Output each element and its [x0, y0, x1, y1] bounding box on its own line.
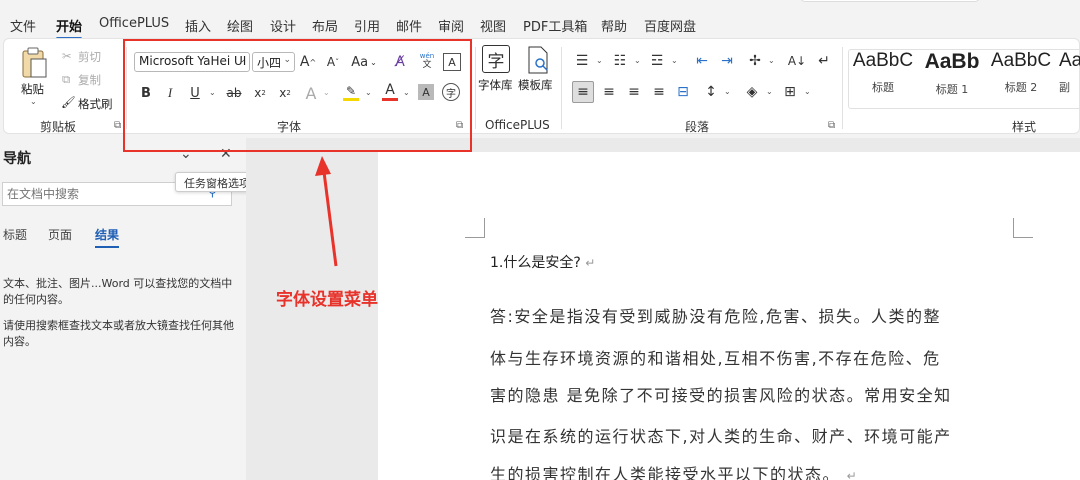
tab-draw[interactable]: 绘图: [227, 16, 253, 35]
justify-icon[interactable]: ≡: [649, 82, 669, 102]
style-name: 标题 2: [1004, 81, 1038, 94]
nav-title: 导航: [3, 151, 31, 167]
font-group-highlight: [123, 39, 472, 152]
borders-icon[interactable]: ⊞: [780, 82, 800, 102]
tab-view[interactable]: 视图: [480, 16, 506, 35]
paragraph-group-label: 段落: [685, 120, 710, 134]
style-name: 标题 1: [935, 83, 969, 96]
paragraph-mark-icon: ↵: [585, 256, 596, 270]
multilevel-list-icon[interactable]: ☲: [647, 51, 667, 71]
paragraph-mark-icon: ↵: [846, 469, 859, 480]
styles-gallery: AaBbC 标题 AaBb 标题 1 AaBbC 标题 2 Aa 副: [848, 49, 1080, 109]
style-subtitle[interactable]: Aa 副: [1059, 50, 1080, 108]
page-corner-mark: [465, 218, 485, 238]
chevron-down-icon[interactable]: ⌄: [596, 56, 603, 65]
tab-file[interactable]: 文件: [10, 16, 36, 35]
distributed-icon[interactable]: ⊟: [673, 82, 693, 102]
decrease-indent-icon[interactable]: ⇤: [692, 51, 712, 71]
paragraph-launcher-icon[interactable]: ⧉: [828, 120, 835, 131]
format-painter-button[interactable]: 格式刷: [78, 96, 113, 112]
doc-text-line: 生的损害控制在人类能接受水平以下的状态。 ↵: [490, 461, 858, 480]
tab-references[interactable]: 引用: [354, 16, 380, 35]
font-library-button[interactable]: 字体库: [478, 77, 513, 93]
tab-home[interactable]: 开始: [56, 16, 83, 40]
chevron-down-icon[interactable]: ⌄: [804, 87, 811, 96]
align-left-icon[interactable]: ≡: [572, 81, 594, 103]
doc-heading: 1.什么是安全? ↵: [490, 252, 595, 272]
tab-review[interactable]: 审阅: [438, 16, 464, 35]
style-sample: Aa: [1059, 50, 1080, 71]
tab-baidu-netdisk[interactable]: 百度网盘: [644, 16, 696, 35]
chevron-down-icon[interactable]: ⌄: [766, 87, 773, 96]
divider: [561, 47, 562, 129]
annotation-label: 字体设置菜单: [276, 290, 378, 310]
align-right-icon[interactable]: ≡: [624, 82, 644, 102]
chevron-down-icon[interactable]: ⌄: [634, 56, 641, 65]
numbering-icon[interactable]: ☷: [610, 51, 630, 71]
style-sample: AaBb: [924, 50, 980, 73]
shading-icon[interactable]: ◈: [742, 82, 762, 102]
increase-indent-icon[interactable]: ⇥: [717, 51, 737, 71]
tab-mailings[interactable]: 邮件: [396, 16, 422, 35]
style-name: 副: [1059, 81, 1070, 94]
doc-text-line: 识是在系统的运行状态下,对人类的生命、财产、环境可能产: [490, 427, 952, 446]
doc-text-line: 害的隐患 是免除了不可接受的损害风险的状态。常用安全知: [490, 386, 952, 405]
doc-text-line: 答:安全是指没有受到威胁没有危险,危害、损失。人类的整: [490, 307, 941, 326]
chevron-down-icon[interactable]: ⌄: [768, 56, 775, 65]
tab-layout[interactable]: 布局: [312, 16, 338, 35]
chinese-layout-icon[interactable]: ✢: [745, 51, 765, 71]
tab-design[interactable]: 设计: [270, 16, 296, 35]
clipboard-group-label: 剪贴板: [40, 120, 77, 134]
nav-message: 请使用搜索框查找文本或者放大镜查找任何其他内容。: [3, 319, 234, 348]
style-heading[interactable]: AaBbC 标题: [849, 50, 917, 108]
tab-help[interactable]: 帮助: [601, 16, 627, 35]
bullets-icon[interactable]: ☰: [572, 51, 592, 71]
nav-message: 文本、批注、图片...Word 可以查找您的文档中的任何内容。: [3, 277, 233, 306]
page-corner-mark: [1013, 218, 1033, 238]
tab-officeplus[interactable]: OfficePLUS: [99, 16, 169, 31]
officeplus-group-label: OfficePLUS: [485, 118, 550, 132]
font-library-icon[interactable]: 字: [482, 45, 510, 73]
menu-bar: 文件 开始 OfficePLUS 插入 绘图 设计 布局 引用 邮件 审阅 视图…: [0, 0, 1080, 40]
show-marks-icon[interactable]: ↵: [814, 51, 834, 71]
tab-insert[interactable]: 插入: [185, 16, 211, 35]
doc-text-line-content: 生的损害控制在人类能接受水平以下的状态。: [490, 465, 841, 480]
nav-tab-results[interactable]: 结果: [95, 226, 120, 248]
chevron-down-icon[interactable]: ⌄: [671, 56, 678, 65]
cut-icon[interactable]: ✂: [62, 49, 72, 63]
style-heading-1[interactable]: AaBb 标题 1: [919, 50, 985, 108]
style-heading-2[interactable]: AaBbC 标题 2: [987, 50, 1055, 108]
align-center-icon[interactable]: ≡: [599, 82, 619, 102]
nav-tab-headings[interactable]: 标题: [3, 226, 27, 243]
cut-button[interactable]: 剪切: [78, 49, 101, 65]
style-name: 标题: [872, 81, 894, 94]
paste-dropdown-icon[interactable]: ⌄: [30, 97, 37, 106]
copy-button[interactable]: 复制: [78, 72, 101, 88]
paste-button[interactable]: 粘贴: [21, 81, 44, 97]
styles-group-label: 样式: [1012, 120, 1037, 134]
style-sample: AaBbC: [990, 50, 1052, 71]
copy-icon[interactable]: ⧉: [62, 72, 70, 87]
divider: [842, 47, 843, 129]
paste-icon[interactable]: [16, 45, 52, 81]
doc-heading-text: 1.什么是安全?: [490, 255, 581, 271]
chevron-down-icon[interactable]: ⌄: [724, 87, 731, 96]
divider: [475, 47, 476, 129]
template-library-icon[interactable]: [526, 45, 550, 75]
doc-text-line: 体与生存环境资源的和谐相处,互相不伤害,不存在危险、危: [490, 349, 941, 368]
clipboard-launcher-icon[interactable]: ⧉: [114, 120, 121, 131]
template-library-button[interactable]: 模板库: [518, 77, 553, 93]
tab-pdf-toolbox[interactable]: PDF工具箱: [523, 16, 587, 35]
title-search-box[interactable]: [800, 0, 980, 2]
sort-icon[interactable]: A↓: [787, 51, 807, 71]
style-sample: AaBbC: [852, 50, 914, 71]
format-painter-icon[interactable]: 🖌: [61, 95, 76, 109]
nav-tab-pages[interactable]: 页面: [48, 226, 72, 243]
line-spacing-icon[interactable]: ↕: [701, 82, 721, 102]
